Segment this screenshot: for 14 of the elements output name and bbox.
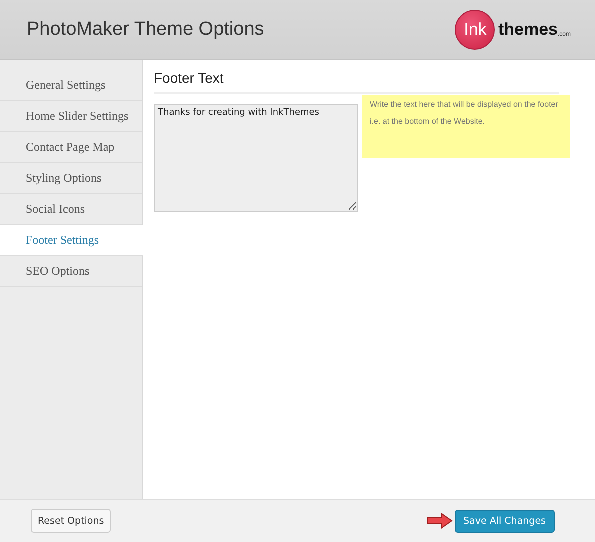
save-all-changes-button[interactable]: Save All Changes (454, 510, 555, 532)
page-title: PhotoMaker Theme Options (27, 18, 264, 40)
logo-wordmark: themes (498, 20, 558, 40)
sidebar-item[interactable]: Styling Options (0, 163, 142, 194)
footer-text-field[interactable]: Thanks for creating with InkThemes (154, 104, 358, 212)
logo-mark: Ink (455, 10, 496, 50)
help-note: Write the text here that will be displayed on the footer i.e. at the bottom of the Website. (362, 95, 570, 158)
sidebar-item[interactable]: SEO Options (0, 256, 142, 287)
sidebar-item[interactable]: Footer Settings (0, 225, 143, 256)
reset-options-button[interactable]: Reset Options (31, 509, 112, 533)
arrow-icon (426, 513, 453, 529)
sidebar-item[interactable]: General Settings (0, 70, 142, 101)
sidebar-item[interactable]: Home Slider Settings (0, 101, 142, 132)
sidebar-item[interactable]: Contact Page Map (0, 132, 142, 163)
